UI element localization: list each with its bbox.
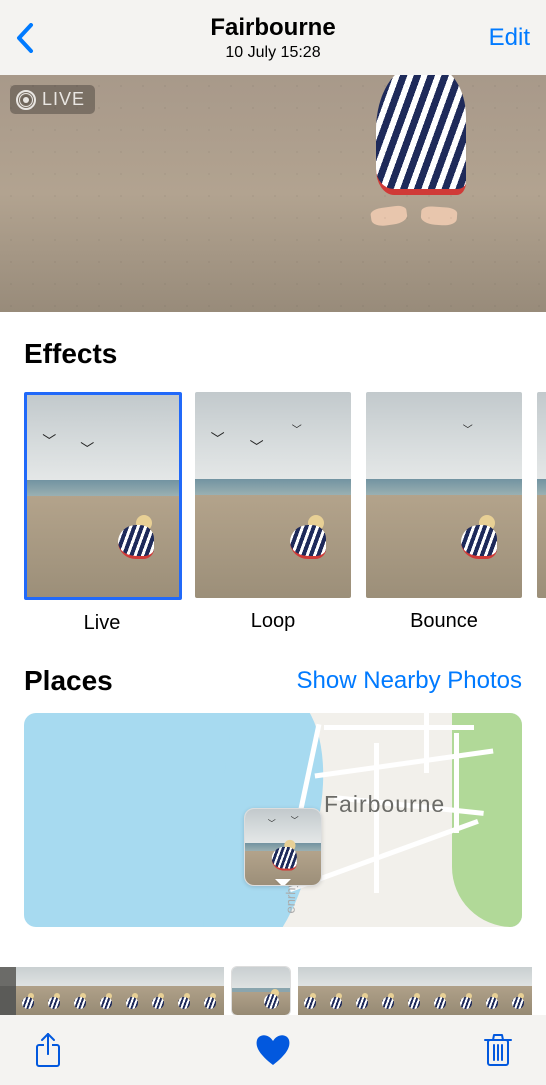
live-label: LIVE: [42, 89, 85, 110]
filmstrip-left[interactable]: [0, 967, 224, 1015]
effects-title: Effects: [24, 338, 522, 370]
filmstrip-right[interactable]: [298, 967, 532, 1015]
map-photo-marker[interactable]: ﹀﹀: [244, 808, 322, 886]
filmstrip-frame[interactable]: [324, 967, 350, 1015]
trash-icon: [482, 1032, 514, 1068]
filmstrip-frame[interactable]: [120, 967, 146, 1015]
effects-row[interactable]: ﹀﹀ Live ﹀﹀﹀ Loop ﹀ Bounce: [0, 392, 546, 643]
filmstrip-frame[interactable]: [402, 967, 428, 1015]
effect-item-loop[interactable]: ﹀﹀﹀ Loop: [195, 392, 351, 635]
filmstrip-current[interactable]: [232, 967, 290, 1015]
effect-item-live[interactable]: ﹀﹀ Live: [24, 392, 180, 635]
edit-button[interactable]: Edit: [489, 24, 530, 52]
header-title: Fairbourne: [210, 14, 335, 42]
filmstrip-frame[interactable]: [94, 967, 120, 1015]
effect-item-bounce[interactable]: ﹀ Bounce: [366, 392, 522, 635]
header-bar: Fairbourne 10 July 15:28 Edit: [0, 0, 546, 75]
effect-label: Live: [24, 612, 180, 635]
effects-section: Effects: [0, 312, 546, 392]
filmstrip-frame[interactable]: [428, 967, 454, 1015]
bottom-toolbar: [0, 1015, 546, 1085]
places-title: Places: [24, 665, 113, 697]
filmstrip-frame[interactable]: [350, 967, 376, 1015]
share-button[interactable]: [28, 1030, 68, 1070]
filmstrip-frame[interactable]: [68, 967, 94, 1015]
filmstrip-frame[interactable]: [376, 967, 402, 1015]
places-map[interactable]: Fairbourne enrhyn ﹀﹀: [24, 713, 522, 927]
share-icon: [32, 1032, 64, 1068]
effect-thumb: ﹀﹀﹀: [195, 392, 351, 598]
filmstrip-frame[interactable]: [298, 967, 324, 1015]
filmstrip-frame[interactable]: [480, 967, 506, 1015]
filmstrip-frame[interactable]: [16, 967, 42, 1015]
chevron-left-icon: [16, 23, 34, 53]
map-place-label: Fairbourne: [324, 791, 445, 818]
live-icon: [16, 90, 36, 110]
filmstrip-frame[interactable]: [0, 967, 16, 1015]
filmstrip-frame[interactable]: [506, 967, 532, 1015]
filmstrip-frame[interactable]: [198, 967, 224, 1015]
filmstrip-frame[interactable]: [42, 967, 68, 1015]
filmstrip-frame[interactable]: [146, 967, 172, 1015]
heart-icon: [254, 1032, 292, 1068]
photo-filmstrip[interactable]: [0, 967, 546, 1015]
effect-label: Loop: [195, 610, 351, 633]
main-photo[interactable]: LIVE: [0, 75, 546, 312]
filmstrip-frame[interactable]: [172, 967, 198, 1015]
effect-label: Bounce: [366, 610, 522, 633]
header-subtitle: 10 July 15:28: [210, 44, 335, 62]
header-center: Fairbourne 10 July 15:28: [210, 14, 335, 62]
delete-button[interactable]: [478, 1030, 518, 1070]
effect-thumb: ﹀: [366, 392, 522, 598]
effect-thumb: [537, 392, 546, 598]
back-button[interactable]: [16, 23, 56, 53]
favorite-button[interactable]: [253, 1030, 293, 1070]
effect-thumb: ﹀﹀: [24, 392, 182, 600]
effect-item-more[interactable]: [537, 392, 546, 635]
places-header: Places Show Nearby Photos: [0, 643, 546, 707]
show-nearby-link[interactable]: Show Nearby Photos: [297, 667, 522, 695]
photo-subject: [366, 75, 486, 235]
filmstrip-frame[interactable]: [454, 967, 480, 1015]
live-photo-badge[interactable]: LIVE: [10, 85, 95, 114]
